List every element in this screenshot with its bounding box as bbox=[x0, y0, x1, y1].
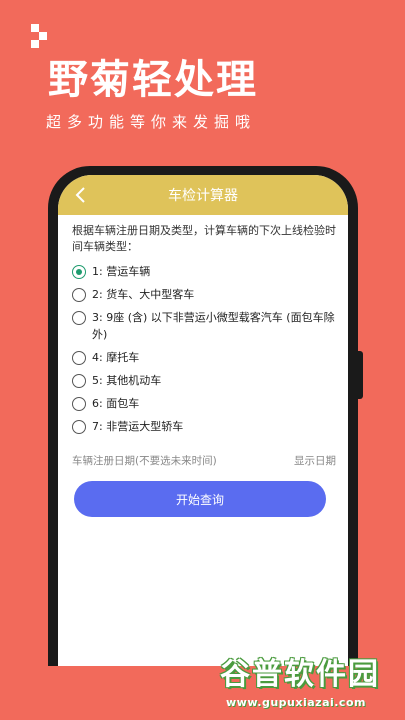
watermark-url: www.gupuxiazai.com bbox=[226, 696, 366, 709]
vehicle-type-option-4[interactable]: 4: 摩托车 bbox=[72, 349, 336, 366]
option-label: 4: 摩托车 bbox=[92, 351, 140, 364]
page-title: 车检计算器 bbox=[168, 188, 238, 204]
option-label: 3: 9座 (含) 以下非营运小微型载客汽车 (面包车除外) bbox=[92, 311, 335, 341]
radio-button[interactable] bbox=[72, 265, 86, 279]
register-date-row: 车辆注册日期(不要选未来时间) 显示日期 bbox=[72, 453, 336, 469]
option-label: 6: 面包车 bbox=[92, 397, 140, 410]
radio-button[interactable] bbox=[72, 397, 86, 411]
vehicle-type-option-2[interactable]: 2: 货车、大中型客车 bbox=[72, 286, 336, 303]
description-text: 根据车辆注册日期及类型，计算车辆的下次上线检验时间车辆类型： bbox=[72, 224, 336, 253]
vehicle-type-list: 1: 营运车辆 2: 货车、大中型客车 3: 9座 (含) 以下非营运小微型载客… bbox=[72, 263, 336, 435]
radio-button[interactable] bbox=[72, 288, 86, 302]
brand-squares-icon bbox=[31, 24, 47, 48]
radio-button[interactable] bbox=[72, 374, 86, 388]
option-label: 7: 非营运大型轿车 bbox=[92, 420, 184, 433]
main-content: 根据车辆注册日期及类型，计算车辆的下次上线检验时间车辆类型： 1: 营运车辆 2… bbox=[58, 215, 348, 517]
option-label: 1: 营运车辆 bbox=[92, 265, 151, 278]
register-date-field[interactable]: 车辆注册日期(不要选未来时间) bbox=[72, 453, 217, 469]
start-query-button[interactable]: 开始查询 bbox=[74, 481, 326, 517]
app-screen: 车检计算器 根据车辆注册日期及类型，计算车辆的下次上线检验时间车辆类型： 1: … bbox=[58, 175, 348, 666]
app-topbar: 车检计算器 bbox=[58, 175, 348, 215]
radio-button[interactable] bbox=[72, 351, 86, 365]
option-label: 2: 货车、大中型客车 bbox=[92, 288, 195, 301]
phone-frame: 车检计算器 根据车辆注册日期及类型，计算车辆的下次上线检验时间车辆类型： 1: … bbox=[48, 166, 363, 666]
vehicle-type-option-3[interactable]: 3: 9座 (含) 以下非营运小微型载客汽车 (面包车除外) bbox=[72, 309, 336, 343]
vehicle-type-option-1[interactable]: 1: 营运车辆 bbox=[72, 263, 336, 280]
watermark-logo: 谷普软件园 www.gupuxiazai.com bbox=[220, 656, 400, 716]
show-date-link[interactable]: 显示日期 bbox=[294, 453, 336, 469]
phone-side-button bbox=[358, 351, 363, 399]
radio-button[interactable] bbox=[72, 420, 86, 434]
vehicle-type-option-5[interactable]: 5: 其他机动车 bbox=[72, 372, 336, 389]
option-label: 5: 其他机动车 bbox=[92, 374, 162, 387]
radio-button[interactable] bbox=[72, 311, 86, 325]
vehicle-type-option-6[interactable]: 6: 面包车 bbox=[72, 395, 336, 412]
watermark-name: 谷普软件园 bbox=[220, 657, 380, 692]
back-arrow-icon[interactable] bbox=[72, 185, 92, 205]
promo-subline: 超多功能等你来发掘哦 bbox=[46, 113, 257, 131]
promo-headline: 野菊轻处理 bbox=[48, 57, 258, 103]
vehicle-type-option-7[interactable]: 7: 非营运大型轿车 bbox=[72, 418, 336, 435]
